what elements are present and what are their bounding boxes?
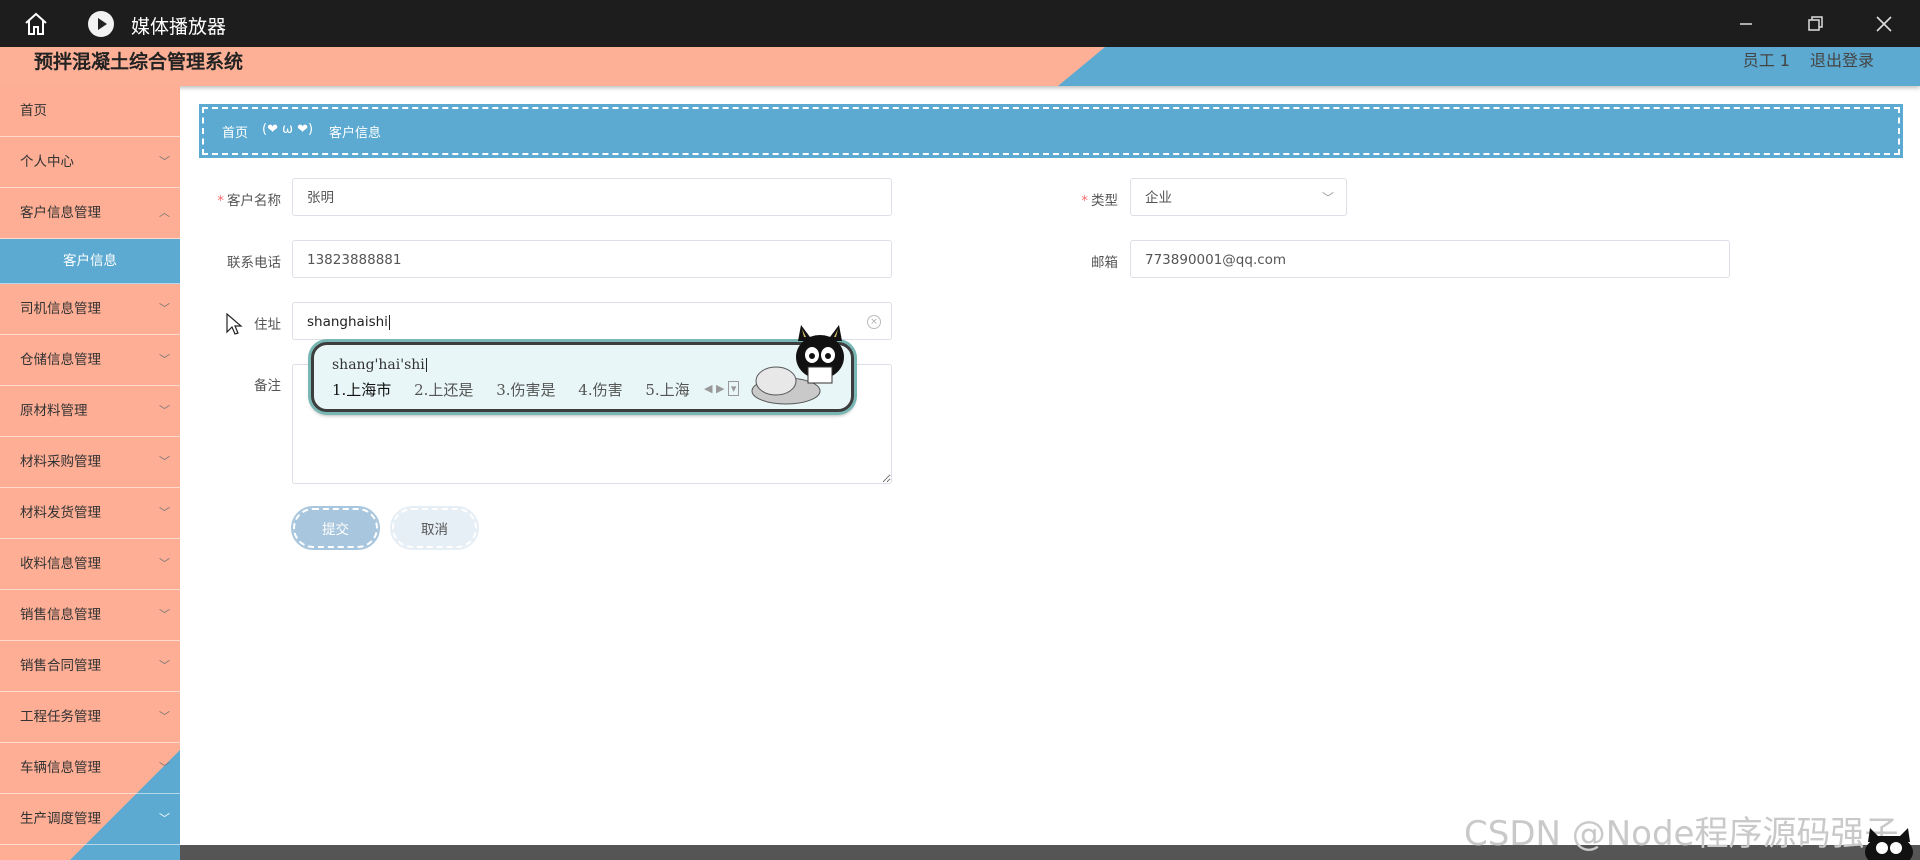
chevron-down-icon: ﹀ [159,659,170,672]
ime-candidate[interactable]: 4.伤害 [578,381,622,399]
phone-input[interactable]: 13823888881 [292,240,892,278]
close-icon[interactable] [1870,10,1898,38]
sidebar-item-sales-info[interactable]: 销售信息管理 ﹀ [0,590,180,641]
chevron-down-icon: ﹀ [159,710,170,723]
sidebar-item-customer-management[interactable]: 客户信息管理 ︿ [0,188,180,239]
sidebar-item-vehicle[interactable]: 车辆信息管理 ﹀ [0,743,180,794]
user-name: 员工 1 [1742,51,1790,70]
ime-candidates: 1.上海市 2.上还是 3.伤害是 4.伤害 5.上海 [332,379,708,400]
chevron-down-icon: ﹀ [1321,191,1334,205]
cat-mascot-icon [1865,828,1913,860]
ime-candidate[interactable]: 5.上海 [645,381,689,399]
remarks-label: 备注 [254,378,281,394]
chevron-down-icon: ﹀ [159,812,170,825]
email-label: 邮箱 [1091,255,1118,271]
minimize-icon[interactable] [1732,10,1760,38]
sidebar-item-receiving[interactable]: 收料信息管理 ﹀ [0,539,180,590]
sidebar-item-storage-management[interactable]: 仓储信息管理 ﹀ [0,335,180,386]
breadcrumb-current: 客户信息 [329,126,382,141]
sidebar-item-driver-management[interactable]: 司机信息管理 ﹀ [0,284,180,335]
customer-name-input[interactable]: 张明 [292,178,892,216]
sidebar-item-material-purchase[interactable]: 材料采购管理 ﹀ [0,437,180,488]
chevron-down-icon: ﹀ [159,506,170,519]
clear-icon[interactable]: × [867,315,881,329]
app-title: 预拌混凝土综合管理系统 [34,51,244,73]
chevron-up-icon: ︿ [159,206,170,219]
ime-candidate[interactable]: 3.伤害是 [496,381,555,399]
play-icon [88,11,114,37]
sidebar: 首页 个人中心 ﹀ 客户信息管理 ︿ 客户信息 司机信息管理 ﹀ 仓储信息管理 ﹀ 原材… [0,86,180,860]
chevron-down-icon: ﹀ [159,302,170,315]
window-titlebar: 媒体播放器 [0,0,1920,47]
type-select[interactable]: 企业 ﹀ [1130,178,1347,216]
sidebar-item-raw-material[interactable]: 原材料管理 ﹀ [0,386,180,437]
chevron-down-icon: ﹀ [159,761,170,774]
ime-candidate[interactable]: 1.上海市 [332,381,391,399]
watermark: CSDN @Node程序源码强子 [1464,814,1899,854]
mouse-cursor-icon [226,313,243,335]
breadcrumb-home[interactable]: 首页 [222,122,248,141]
sidebar-item-project-task[interactable]: 工程任务管理 ﹀ [0,692,180,743]
chevron-down-icon: ﹀ [159,404,170,417]
breadcrumb: 首页 (❤ ω ❤) 客户信息 [199,104,1903,158]
chevron-down-icon: ﹀ [159,557,170,570]
ime-candidate[interactable]: 2.上还是 [414,381,473,399]
chevron-down-icon: ﹀ [159,353,170,366]
sidebar-subitem-customer-info[interactable]: 客户信息 [0,239,180,284]
chevron-down-icon: ﹀ [159,455,170,468]
sidebar-item-production-dispatch[interactable]: 生产调度管理 ﹀ [0,794,180,845]
sidebar-item-material-shipping[interactable]: 材料发货管理 ﹀ [0,488,180,539]
chevron-down-icon: ﹀ [159,155,170,168]
window-title: 媒体播放器 [131,16,227,38]
customer-name-label: * 客户名称 [217,193,281,209]
email-input[interactable]: 773890001@qq.com [1130,240,1730,278]
header-decoration [0,47,1105,86]
breadcrumb-separator: (❤ ω ❤) [262,122,314,137]
submit-button[interactable]: 提交 [291,506,380,550]
text-caret [388,314,390,330]
ime-candidate-popup: shang'hai'shi 1.上海市 2.上还是 3.伤害是 4.伤害 5.上… [311,325,854,412]
logout-link[interactable]: 退出登录 [1810,47,1874,71]
sidebar-item-home[interactable]: 首页 [0,86,180,137]
ime-page-arrows-icon[interactable]: ◀ ▶ ▾ [704,381,740,396]
chevron-down-icon: ﹀ [159,608,170,621]
restore-icon[interactable] [1801,10,1829,38]
cat-mascot-icon [751,325,844,405]
sidebar-item-personal-center[interactable]: 个人中心 ﹀ [0,137,180,188]
ime-composition: shang'hai'shi [332,357,427,373]
type-label: * 类型 [1081,193,1118,209]
phone-label: 联系电话 [227,255,281,271]
cancel-button[interactable]: 取消 [390,506,479,550]
home-icon[interactable] [22,10,50,38]
sidebar-item-sales-contract[interactable]: 销售合同管理 ﹀ [0,641,180,692]
app-header: 预拌混凝土综合管理系统 员工 1 退出登录 [0,47,1920,86]
